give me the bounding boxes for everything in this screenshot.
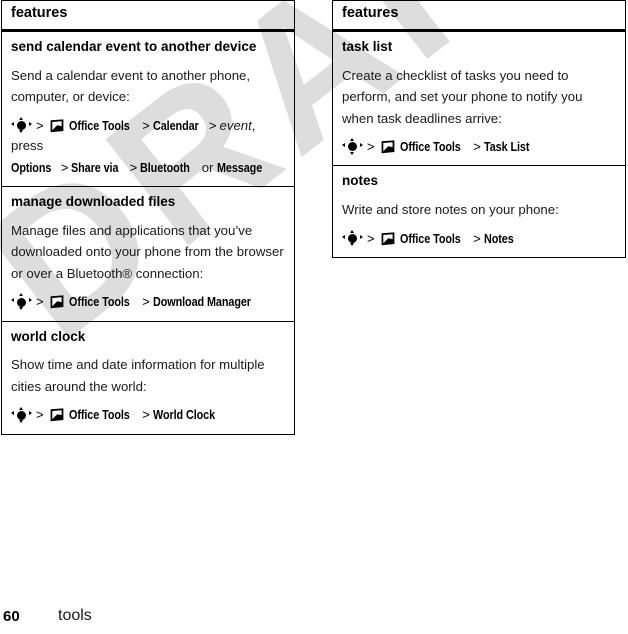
menu-path-separator: > [367, 138, 375, 154]
menu-path-separator: > [208, 117, 217, 133]
menu-path-term: Message [217, 160, 263, 175]
feature-description: Manage files and applications that you’v… [11, 222, 284, 281]
nav-key-icon [342, 230, 363, 247]
menu-path-separator: > [473, 230, 481, 246]
feature-description: Send a calendar event to another phone, … [11, 67, 251, 105]
page-number: 60 [3, 608, 20, 625]
feature-table-header-row-right: features [332, 0, 626, 32]
feature-table-header-row-left: features [1, 0, 295, 32]
feature-cell: world clock Show time and date informatio… [1, 321, 295, 435]
menu-path-term: Task List [483, 139, 530, 154]
feature-description: Write and store notes on your phone: [342, 202, 559, 218]
menu-path-term: World Clock [152, 408, 215, 423]
menu-path-term: Notes [483, 231, 514, 246]
feature-cell: task list Create a checklist of tasks you… [332, 30, 626, 167]
office-tools-icon [49, 408, 65, 422]
menu-path-term: Office Tools [68, 295, 130, 310]
menu-path-term: Bluetooth [140, 160, 190, 175]
menu-path-term: Download Manager [152, 295, 251, 310]
feature-table-right: features task list Create a checklist of t… [332, 0, 626, 259]
feature-title: world clock [11, 328, 86, 344]
nav-key-icon [342, 138, 363, 155]
menu-path-term: Calendar [152, 118, 199, 133]
page-footer: 60 tools [0, 599, 628, 625]
menu-path-separator: > [36, 294, 44, 310]
feature-cell: manage downloaded files Manage files and … [1, 186, 295, 322]
menu-path-separator: > [142, 117, 150, 133]
menu-path-separator: > [367, 230, 375, 246]
feature-row: world clock Show time and date informatio… [1, 321, 295, 435]
menu-path-separator: > [36, 407, 44, 423]
menu-path: Options > Share via > Bluetooth or Message [11, 158, 285, 179]
office-tools-icon [49, 295, 65, 309]
menu-path-separator: > [142, 294, 150, 310]
menu-path-separator: > [60, 159, 69, 175]
feature-table-header-label: features [342, 5, 399, 21]
feature-row: task list Create a checklist of tasks you… [332, 30, 626, 167]
feature-row: send calendar event to another device Sen… [1, 30, 295, 188]
office-tools-icon [49, 118, 65, 133]
feature-cell: notes Write and store notes on your phone… [332, 165, 626, 259]
menu-path-term: Options [11, 160, 52, 175]
manual-page: features send calendar event to another d… [0, 0, 628, 634]
feature-row: notes Write and store notes on your phone… [332, 165, 626, 259]
menu-path-term: Office Tools [68, 408, 130, 423]
office-tools-icon [380, 232, 396, 246]
feature-title: manage downloaded files [11, 194, 176, 210]
nav-key-icon [11, 116, 32, 134]
menu-path-term: Share via [71, 160, 119, 175]
nav-key-icon [11, 293, 32, 310]
menu-path-separator: > [36, 117, 44, 133]
feature-title: task list [342, 38, 393, 54]
feature-cell: send calendar event to another device Sen… [1, 30, 295, 188]
office-tools-icon [380, 140, 396, 154]
feature-description: Show time and date information for multi… [11, 357, 265, 394]
feature-title: send calendar event to another device [11, 38, 257, 54]
right-column: features task list Create a checklist of t… [332, 0, 626, 259]
menu-path: > Office Tools > Task List [342, 137, 616, 158]
menu-path-separator: > [473, 138, 481, 154]
feature-table-left: features send calendar event to another d… [1, 0, 295, 435]
feature-title: notes [342, 173, 379, 189]
left-column: features send calendar event to another d… [1, 0, 295, 435]
menu-path-text: or [198, 159, 218, 175]
feature-table-header-label: features [11, 5, 68, 21]
feature-table-right-body: features task list Create a checklist of t… [332, 0, 626, 259]
menu-path-term: Office Tools [399, 139, 461, 154]
menu-path-placeholder: event [219, 117, 252, 133]
nav-key-icon [11, 406, 32, 423]
feature-table-left-body: features send calendar event to another d… [1, 0, 295, 435]
footer-section-name: tools [58, 607, 92, 624]
menu-path: > Office Tools > Notes [342, 229, 616, 250]
feature-description: Create a checklist of tasks you need to … [342, 67, 583, 126]
feature-row: manage downloaded files Manage files and … [1, 186, 295, 322]
menu-path: > Office Tools > Download Manager [11, 292, 285, 313]
menu-path-term: Office Tools [399, 231, 461, 246]
menu-path: > Office Tools > Calendar > event, press [11, 116, 285, 157]
menu-path-separator: > [142, 407, 150, 423]
menu-path: > Office Tools > World Clock [11, 405, 285, 426]
menu-path-separator: > [129, 159, 138, 175]
menu-path-term: Office Tools [68, 118, 130, 133]
